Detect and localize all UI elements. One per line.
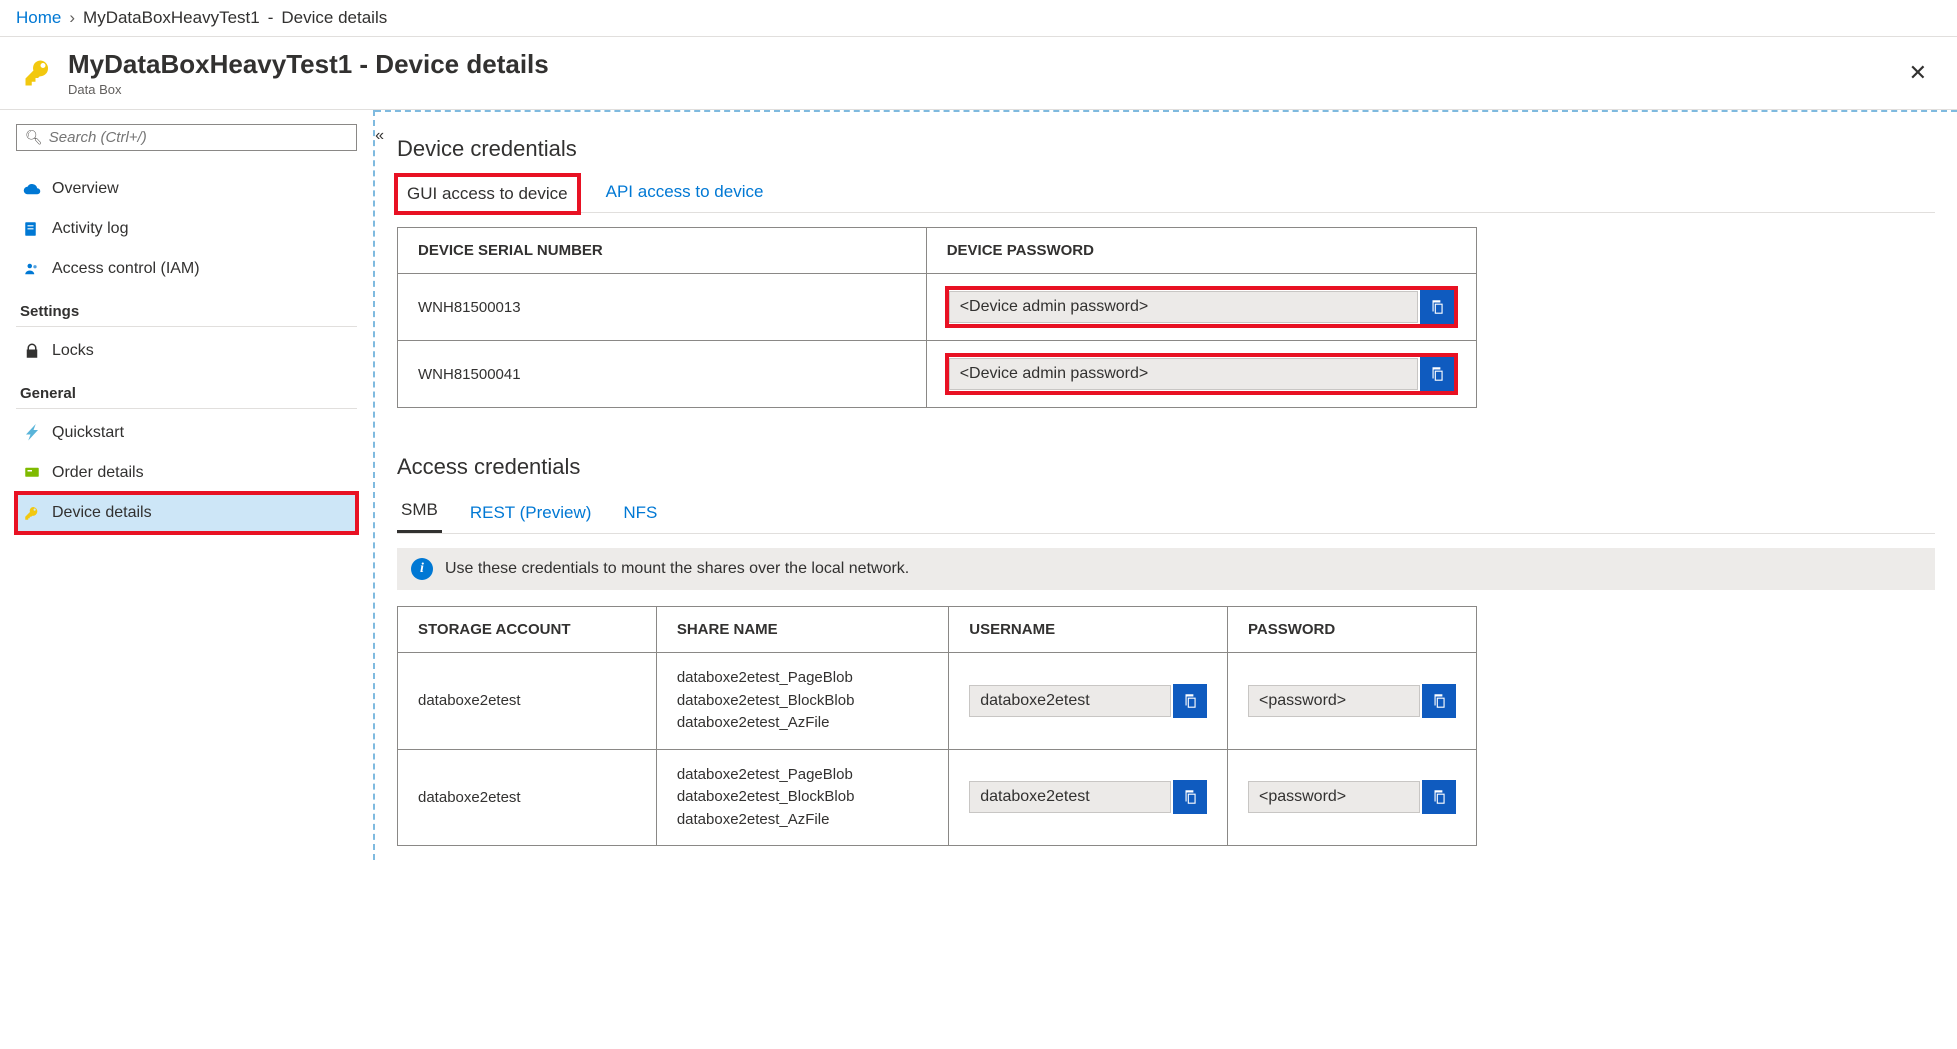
page-title: MyDataBoxHeavyTest1 - Device details (68, 49, 549, 80)
info-text: Use these credentials to mount the share… (445, 560, 909, 578)
sidebar-group-settings: Settings (16, 289, 357, 327)
col-serial: DEVICE SERIAL NUMBER (398, 228, 927, 274)
username-field[interactable]: databoxe2etest (969, 685, 1171, 717)
sidebar-item-locks[interactable]: Locks (16, 331, 357, 371)
sidebar-item-label: Activity log (52, 220, 128, 238)
share-password-field[interactable]: <password> (1248, 781, 1420, 813)
share-password-field[interactable]: <password> (1248, 685, 1420, 717)
device-credentials-table: DEVICE SERIAL NUMBER DEVICE PASSWORD WNH… (397, 227, 1477, 408)
serial-value: WNH81500041 (398, 341, 927, 408)
tab-api-access[interactable]: API access to device (602, 176, 768, 212)
sidebar-item-label: Overview (52, 180, 119, 198)
username-field[interactable]: databoxe2etest (969, 781, 1171, 813)
breadcrumb-page: Device details (281, 8, 387, 28)
device-row: WNH81500041 <Device admin password> (398, 341, 1477, 408)
tab-gui-access[interactable]: GUI access to device (397, 176, 578, 212)
col-user: USERNAME (949, 607, 1228, 653)
close-button[interactable]: ✕ (1899, 54, 1937, 92)
share-row: databoxe2etest databoxe2etest_PageBlob d… (398, 653, 1477, 750)
main-content: Device credentials GUI access to device … (375, 110, 1957, 860)
share-row: databoxe2etest databoxe2etest_PageBlob d… (398, 749, 1477, 846)
sidebar-item-label: Device details (52, 504, 152, 522)
copy-share-password-button[interactable] (1422, 780, 1456, 814)
tab-rest[interactable]: REST (Preview) (466, 497, 596, 533)
search-input[interactable] (49, 129, 348, 146)
cloud-icon (22, 179, 42, 199)
collapse-sidebar-button[interactable]: « (375, 127, 384, 145)
device-credentials-title: Device credentials (397, 136, 1935, 162)
copy-username-button[interactable] (1173, 780, 1207, 814)
tab-smb[interactable]: SMB (397, 494, 442, 533)
lock-icon (22, 341, 42, 361)
sidebar-item-overview[interactable]: Overview (16, 169, 357, 209)
sidebar-item-label: Access control (IAM) (52, 260, 200, 278)
sidebar-item-label: Order details (52, 464, 144, 482)
copy-password-button[interactable] (1420, 357, 1454, 391)
serial-value: WNH81500013 (398, 274, 927, 341)
quickstart-icon (22, 423, 42, 443)
storage-value: databoxe2etest (398, 653, 657, 750)
col-storage: STORAGE ACCOUNT (398, 607, 657, 653)
sidebar-item-activity-log[interactable]: Activity log (16, 209, 357, 249)
device-password-field[interactable]: <Device admin password> (949, 358, 1418, 390)
order-icon (22, 463, 42, 483)
copy-share-password-button[interactable] (1422, 684, 1456, 718)
breadcrumb: Home › MyDataBoxHeavyTest1 - Device deta… (0, 0, 1957, 37)
sidebar-item-label: Locks (52, 342, 94, 360)
info-banner: i Use these credentials to mount the sha… (397, 548, 1935, 590)
page-subtitle: Data Box (68, 82, 549, 97)
col-pw: PASSWORD (1227, 607, 1476, 653)
breadcrumb-home[interactable]: Home (16, 8, 61, 28)
search-icon: 🔍︎ (25, 129, 43, 146)
sidebar-item-device-details[interactable]: Device details (16, 493, 357, 533)
device-key-icon (22, 503, 42, 523)
breadcrumb-resource[interactable]: MyDataBoxHeavyTest1 (83, 8, 260, 28)
page-header: MyDataBoxHeavyTest1 - Device details Dat… (0, 37, 1957, 110)
sidebar-item-label: Quickstart (52, 424, 124, 442)
sidebar-search[interactable]: 🔍︎ « (16, 124, 357, 151)
copy-password-button[interactable] (1420, 290, 1454, 324)
share-names: databoxe2etest_PageBlob databoxe2etest_B… (656, 653, 948, 750)
sidebar-item-access-control[interactable]: Access control (IAM) (16, 249, 357, 289)
device-row: WNH81500013 <Device admin password> (398, 274, 1477, 341)
device-credentials-tabs: GUI access to device API access to devic… (397, 176, 1935, 213)
tab-nfs[interactable]: NFS (619, 497, 661, 533)
col-password: DEVICE PASSWORD (926, 228, 1476, 274)
sidebar-group-general: General (16, 371, 357, 409)
copy-username-button[interactable] (1173, 684, 1207, 718)
share-names: databoxe2etest_PageBlob databoxe2etest_B… (656, 749, 948, 846)
info-icon: i (411, 558, 433, 580)
people-icon (22, 259, 42, 279)
log-icon (22, 219, 42, 239)
key-icon (20, 55, 56, 91)
storage-value: databoxe2etest (398, 749, 657, 846)
access-credentials-table: STORAGE ACCOUNT SHARE NAME USERNAME PASS… (397, 606, 1477, 846)
breadcrumb-sep: › (69, 8, 75, 28)
device-password-field[interactable]: <Device admin password> (949, 291, 1418, 323)
sidebar-item-quickstart[interactable]: Quickstart (16, 413, 357, 453)
sidebar: 🔍︎ « Overview Activity log Access contro… (0, 110, 375, 860)
access-credentials-tabs: SMB REST (Preview) NFS (397, 494, 1935, 534)
col-share: SHARE NAME (656, 607, 948, 653)
sidebar-item-order-details[interactable]: Order details (16, 453, 357, 493)
access-credentials-title: Access credentials (397, 454, 1935, 480)
